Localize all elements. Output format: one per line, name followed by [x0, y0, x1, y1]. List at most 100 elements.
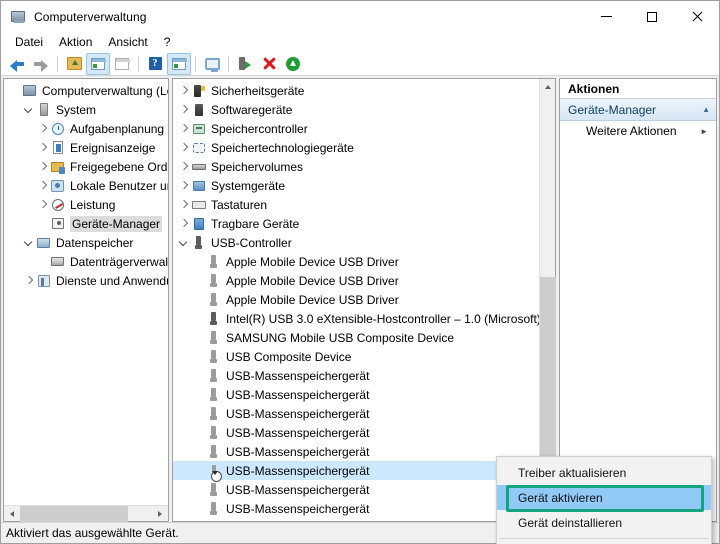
device-tree-item[interactable]: Speichertechnologiegeräte — [173, 138, 555, 157]
device-tree-pane: Sicherheitsgeräte Softwaregeräte Speicherc… — [172, 78, 712, 544]
chevron-right-icon[interactable] — [175, 182, 191, 189]
console-tree-item[interactable]: Aufgabenplanung — [4, 119, 168, 138]
device-tree-item-label: Apple Mobile Device USB Driver — [226, 292, 399, 307]
chevron-right-icon[interactable] — [175, 87, 191, 94]
chevron-down-icon[interactable] — [175, 239, 191, 246]
update-driver-icon — [239, 57, 251, 70]
console-tree-item[interactable]: Ereignisanzeige — [4, 138, 168, 157]
device-tree-item[interactable]: Systemgeräte — [173, 176, 555, 195]
forward-button[interactable] — [29, 53, 53, 75]
scan-hardware-button[interactable] — [281, 53, 305, 75]
device-tree-item[interactable]: USB-Massenspeichergerät — [173, 404, 555, 423]
properties-panel-icon — [115, 57, 130, 70]
status-bar-text: Aktiviert das ausgewählte Gerät. — [6, 526, 179, 540]
chevron-right-icon[interactable] — [34, 140, 50, 156]
device-tree-item[interactable]: USB-Massenspeichergerät — [173, 366, 555, 385]
console-tree[interactable]: Computerverwaltung (Lokal) System Aufgaben… — [4, 79, 168, 505]
console-tree-item[interactable]: Computerverwaltung (Lokal) — [4, 81, 168, 100]
device-tree-item[interactable]: Apple Mobile Device USB Driver — [173, 252, 555, 271]
console-tree-item[interactable]: Leistung — [4, 195, 168, 214]
security-device-icon — [191, 83, 207, 99]
console-tree-item[interactable]: Freigegebene Ordner — [4, 157, 168, 176]
device-tree-item[interactable]: Sicherheitsgeräte — [173, 81, 555, 100]
console-tree-icon — [91, 57, 106, 70]
display-options-button[interactable] — [200, 53, 224, 75]
device-tree-item[interactable]: Tastaturen — [173, 195, 555, 214]
console-tree-hscrollbar[interactable] — [4, 505, 168, 522]
console-tree-item[interactable]: Lokale Benutzer und Gru — [4, 176, 168, 195]
menu-ansicht[interactable]: Ansicht — [100, 33, 155, 51]
chevron-down-icon[interactable] — [20, 102, 36, 118]
hscroll-thumb[interactable] — [20, 505, 128, 522]
computer-management-window: Computerverwaltung Datei Aktion Ansicht … — [0, 0, 720, 544]
context-menu-item-enable-device[interactable]: Gerät aktivieren — [497, 485, 711, 510]
actions-group-device-manager[interactable]: Geräte-Manager ▲ — [560, 99, 716, 121]
main-body: Computerverwaltung (Lokal) System Aufgaben… — [1, 76, 719, 544]
action-item-weitere-aktionen[interactable]: Weitere Aktionen ► — [560, 121, 716, 141]
device-tree-item[interactable]: Speichercontroller — [173, 119, 555, 138]
chevron-right-icon[interactable] — [34, 159, 50, 175]
device-tree-item[interactable]: Intel(R) USB 3.0 eXtensible-Hostcontroll… — [173, 309, 555, 328]
close-button[interactable] — [674, 1, 719, 32]
chevron-right-icon[interactable] — [175, 106, 191, 113]
chevron-right-icon[interactable] — [34, 197, 50, 213]
collapse-caret-icon[interactable]: ▲ — [702, 105, 710, 114]
console-tree-item[interactable]: Geräte-Manager — [4, 214, 168, 233]
device-tree-item-label: USB-Massenspeichergerät — [226, 387, 370, 402]
window-controls — [584, 1, 719, 32]
console-tree-item-label: Ereignisanzeige — [70, 140, 156, 155]
context-menu-item-update-driver[interactable]: Treiber aktualisieren — [497, 460, 711, 485]
chevron-right-icon[interactable] — [34, 178, 50, 194]
uninstall-device-button[interactable] — [257, 53, 281, 75]
show-hide-console-tree-button[interactable] — [86, 52, 110, 75]
chevron-right-icon[interactable] — [175, 163, 191, 170]
chevron-down-icon[interactable] — [20, 235, 36, 251]
hscroll-left-button[interactable] — [4, 510, 20, 517]
console-tree-item[interactable]: Dienste und Anwendungen — [4, 271, 168, 290]
vscroll-track[interactable] — [540, 95, 556, 517]
device-manager-icon — [50, 216, 66, 232]
chevron-right-icon[interactable] — [175, 125, 191, 132]
up-level-button[interactable] — [62, 53, 86, 75]
device-tree-item[interactable]: Tragbare Geräte — [173, 214, 555, 233]
context-menu-item-uninstall-device[interactable]: Gerät deinstallieren — [497, 510, 711, 535]
device-tree-item[interactable]: Speichervolumes — [173, 157, 555, 176]
maximize-button[interactable] — [629, 1, 674, 32]
console-tree-item[interactable]: Datenspeicher — [4, 233, 168, 252]
computer-icon — [22, 83, 38, 99]
device-tree-item[interactable]: USB-Controller — [173, 233, 555, 252]
minimize-button[interactable] — [584, 1, 629, 32]
usb-device-icon — [206, 273, 222, 289]
chevron-right-icon[interactable] — [34, 121, 50, 137]
chevron-right-icon[interactable] — [20, 273, 36, 289]
console-tree-item[interactable]: Datenträgerverwaltung — [4, 252, 168, 271]
device-tree-item[interactable]: Apple Mobile Device USB Driver — [173, 290, 555, 309]
device-tree[interactable]: Sicherheitsgeräte Softwaregeräte Speicherc… — [173, 79, 555, 521]
update-driver-button[interactable] — [233, 53, 257, 75]
device-tree-item[interactable]: USB-Massenspeichergerät — [173, 385, 555, 404]
menu-aktion[interactable]: Aktion — [51, 33, 100, 51]
back-button[interactable] — [5, 53, 29, 75]
device-tree-item[interactable]: Softwaregeräte — [173, 100, 555, 119]
chevron-right-icon[interactable] — [175, 144, 191, 151]
device-tree-item[interactable]: USB Composite Device — [173, 347, 555, 366]
device-tree-item[interactable]: Apple Mobile Device USB Driver — [173, 271, 555, 290]
device-tree-vscrollbar[interactable] — [539, 79, 556, 521]
show-hide-action-pane-button[interactable] — [167, 52, 191, 75]
local-users-icon — [50, 178, 66, 194]
help-button[interactable]: ? — [143, 53, 167, 75]
device-tree-item-label: Speichertechnologiegeräte — [211, 140, 354, 155]
device-context-menu[interactable]: Treiber aktualisieren Gerät aktivieren G… — [496, 456, 712, 544]
console-tree-item-label: Aufgabenplanung — [70, 121, 165, 136]
chevron-right-icon[interactable] — [175, 201, 191, 208]
chevron-right-icon[interactable] — [175, 220, 191, 227]
properties-button[interactable] — [110, 53, 134, 75]
menu-datei[interactable]: Datei — [7, 33, 51, 51]
device-tree-item[interactable]: SAMSUNG Mobile USB Composite Device — [173, 328, 555, 347]
console-tree-item[interactable]: System — [4, 100, 168, 119]
vscroll-up-button[interactable] — [540, 79, 555, 95]
hscroll-track[interactable] — [20, 505, 152, 522]
hscroll-right-button[interactable] — [152, 510, 168, 517]
menu-hilfe[interactable]: ? — [156, 33, 179, 51]
device-tree-item[interactable]: USB-Massenspeichergerät — [173, 423, 555, 442]
